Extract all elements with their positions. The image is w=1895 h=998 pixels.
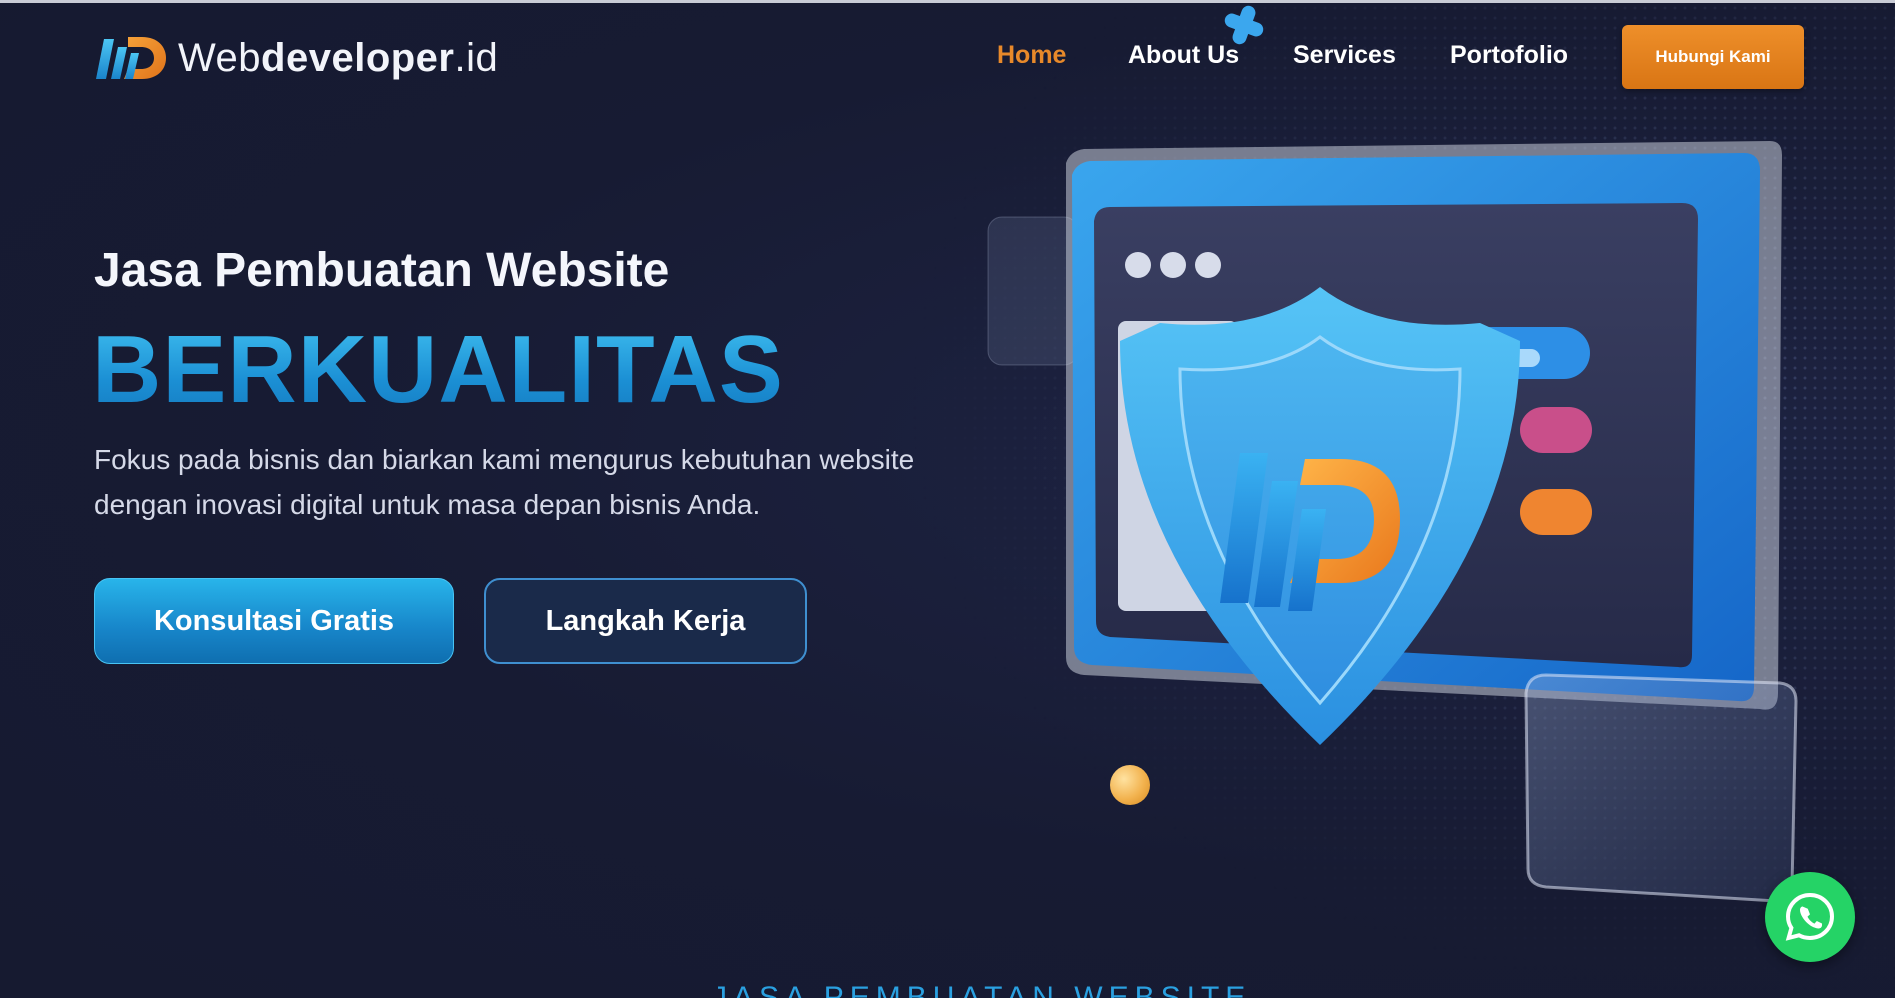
work-steps-button[interactable]: Langkah Kerja	[484, 578, 807, 664]
logo-mark-icon	[96, 37, 166, 79]
logo-wordmark: Webdeveloper.id	[178, 36, 498, 81]
hero-illustration	[987, 5, 1798, 903]
logo-text-suffix: .id	[454, 35, 499, 80]
site-logo[interactable]: Webdeveloper.id	[94, 31, 498, 85]
hero-subtitle: Jasa Pembuatan Website	[94, 244, 670, 297]
page: Webdeveloper.id Home About Us Services P…	[0, 0, 1895, 998]
hero-title: BERKUALITAS	[92, 316, 784, 423]
next-section-heading: JASA PEMBUATAN WEBSITE	[712, 981, 1252, 998]
free-consultation-button[interactable]: Konsultasi Gratis	[94, 578, 454, 664]
logo-text-light: Web	[178, 35, 262, 80]
whatsapp-button[interactable]	[1765, 872, 1855, 962]
hero-description: Fokus pada bisnis dan biarkan kami mengu…	[94, 444, 915, 520]
decorative-orb	[1110, 765, 1150, 805]
whatsapp-icon	[1785, 892, 1835, 941]
logo-text-bold: developer	[261, 35, 455, 80]
